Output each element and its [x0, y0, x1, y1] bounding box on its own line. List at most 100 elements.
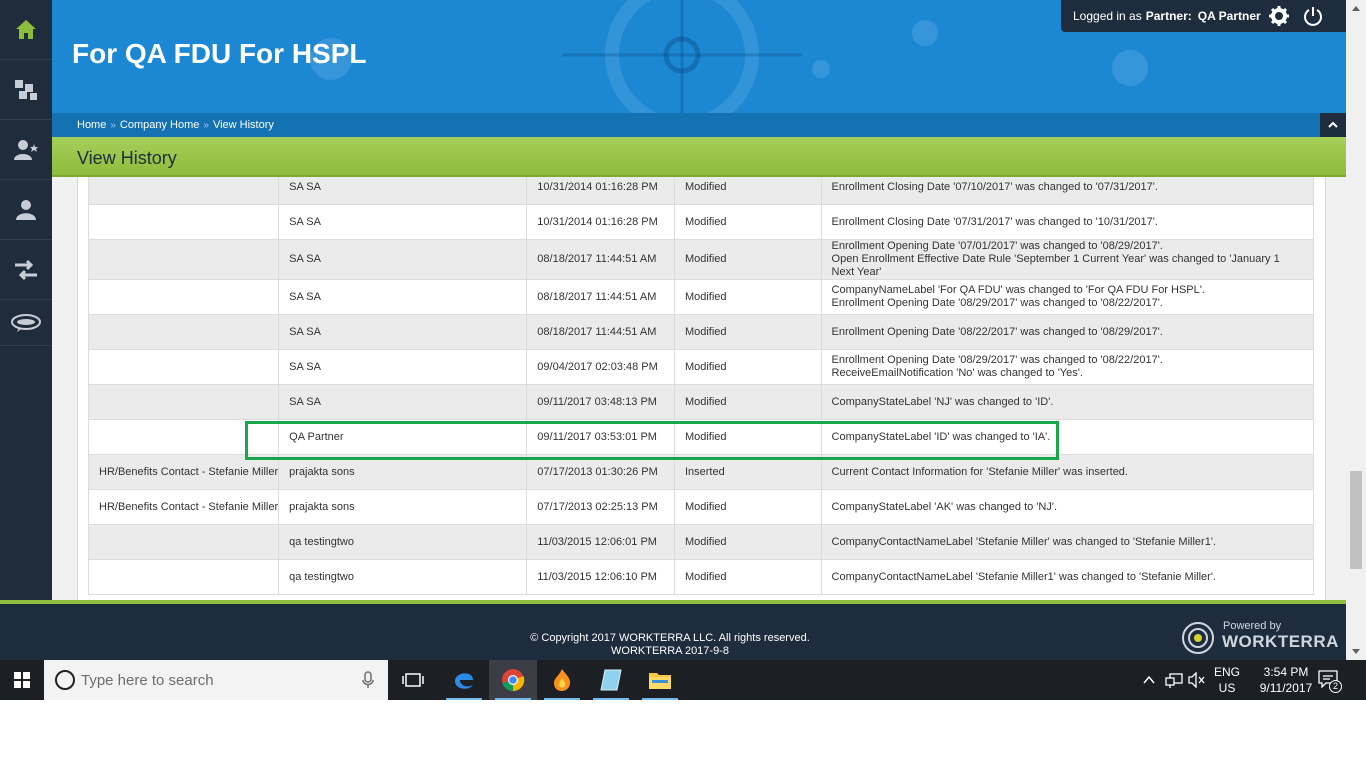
- taskbar-app-flame[interactable]: [538, 660, 586, 700]
- settings-button[interactable]: [1268, 5, 1290, 27]
- region-code: US: [1218, 681, 1236, 695]
- history-cell-action: Modified: [673, 524, 822, 560]
- history-cell-details: Current Contact Information for 'Stefani…: [820, 454, 1315, 490]
- history-cell-details: CompanyStateLabel 'NJ' was changed to 'I…: [820, 384, 1315, 420]
- history-row: qa testingtwo 11/03/2015 12:06:10 PM Modif…: [87, 559, 1315, 595]
- task-view-icon: [402, 673, 424, 687]
- logged-in-label: Logged in as: [1073, 9, 1142, 23]
- sidebar-partner-users[interactable]: [0, 120, 52, 180]
- powered-by-brand: WORKTERRA: [1222, 632, 1339, 651]
- change-detail-line: CompanyStateLabel 'NJ' was changed to 'I…: [831, 395, 1054, 408]
- home-icon: [16, 19, 36, 39]
- running-indicator: [446, 698, 482, 700]
- change-detail-line: CompanyNameLabel 'For QA FDU' was change…: [831, 284, 1205, 296]
- collapse-header-button[interactable]: [1320, 113, 1346, 137]
- history-cell-item: [87, 349, 280, 385]
- microphone-icon[interactable]: [362, 671, 374, 689]
- change-detail-line: Enrollment Closing Date '07/31/2017' was…: [831, 215, 1158, 228]
- history-cell-item: HR/Benefits Contact - Stefanie Miller: [87, 454, 280, 490]
- history-cell-details: CompanyContactNameLabel 'Stefanie Miller…: [820, 559, 1315, 595]
- change-detail-line: Enrollment Closing Date '07/10/2017' was…: [831, 180, 1158, 193]
- taskbar-edge[interactable]: [440, 660, 488, 700]
- history-cell-user: prajakta sons: [278, 454, 528, 490]
- copyright: © Copyright 2017 WORKTERRA LLC. All righ…: [0, 632, 1340, 658]
- chrome-browser-icon: [502, 669, 525, 692]
- history-cell-item: HR/Benefits Contact - Stefanie Miller: [87, 489, 280, 525]
- sidebar-employees[interactable]: [0, 180, 52, 240]
- history-cell-item: [87, 204, 280, 240]
- taskbar-file-explorer[interactable]: [636, 660, 684, 700]
- edge-browser-icon: [455, 673, 473, 689]
- scroll-down-button[interactable]: [1346, 644, 1366, 660]
- running-indicator: [495, 698, 531, 700]
- history-row: SA SA 09/04/2017 02:03:48 PM Modified Enrol…: [87, 349, 1315, 385]
- flame-app-icon: [554, 669, 571, 691]
- history-cell-action: Inserted: [673, 454, 822, 490]
- history-cell-details: Enrollment Opening Date '07/01/2017' was…: [820, 239, 1315, 280]
- breadcrumb: Home » Company Home » View History: [52, 113, 1346, 137]
- change-detail-line: CompanyContactNameLabel 'Stefanie Miller…: [831, 535, 1216, 548]
- breadcrumb-home[interactable]: Home: [77, 119, 106, 131]
- history-cell-item: [87, 524, 280, 560]
- system-clock[interactable]: 3:54 PM 9/11/2017: [1246, 664, 1326, 696]
- action-center-button[interactable]: 2: [1318, 670, 1342, 693]
- history-cell-date: 07/17/2013 02:25:13 PM: [526, 489, 675, 525]
- history-cell-details: Enrollment Opening Date '08/22/2017' was…: [820, 314, 1315, 350]
- windows-logo-icon: [14, 672, 30, 688]
- left-sidebar: [0, 0, 52, 600]
- breadcrumb-view-history: View History: [212, 119, 274, 131]
- breadcrumb-separator: »: [110, 119, 116, 131]
- sidebar-messages[interactable]: [0, 300, 52, 346]
- history-cell-details: CompanyContactNameLabel 'Stefanie Miller…: [820, 524, 1315, 560]
- page-scrollbar[interactable]: [1346, 0, 1366, 660]
- sidebar-setup[interactable]: [0, 60, 52, 120]
- logout-button[interactable]: [1302, 5, 1324, 27]
- history-cell-user: qa testingtwo: [278, 559, 528, 595]
- notification-count-badge: 2: [1329, 680, 1342, 693]
- breadcrumb-company-home[interactable]: Company Home: [120, 119, 199, 131]
- change-detail-line: Current Contact Information for 'Stefani…: [831, 465, 1128, 478]
- input-language[interactable]: ENG US: [1206, 664, 1248, 696]
- sidebar-transfer[interactable]: [0, 240, 52, 300]
- breadcrumb-separator: »: [203, 119, 209, 131]
- start-button[interactable]: [0, 660, 44, 700]
- page-title: View History: [77, 148, 177, 168]
- change-detail-line: CompanyStateLabel 'AK' was changed to 'N…: [831, 500, 1058, 513]
- history-cell-action: Modified: [673, 314, 822, 350]
- history-cell-details: CompanyStateLabel 'ID' was changed to 'I…: [820, 419, 1315, 455]
- sidebar-home[interactable]: [0, 0, 52, 60]
- role-label: Partner:: [1145, 9, 1192, 23]
- history-cell-user: SA SA: [278, 204, 528, 240]
- history-cell-user: SA SA: [278, 177, 528, 205]
- folder-icon: [649, 673, 671, 689]
- page-title-bar: View History: [52, 137, 1346, 177]
- history-cell-date: 07/17/2013 01:30:26 PM: [526, 454, 675, 490]
- history-cell-date: 11/03/2015 12:06:01 PM: [526, 524, 675, 560]
- history-row: HR/Benefits Contact - Stefanie Miller pra…: [87, 489, 1315, 525]
- history-cell-user: SA SA: [278, 239, 528, 280]
- history-row: SA SA 08/18/2017 11:44:51 AM Modified Compa…: [87, 279, 1315, 315]
- history-row: SA SA 08/18/2017 11:44:51 AM Modified Enrol…: [87, 314, 1315, 350]
- history-cell-details: CompanyStateLabel 'AK' was changed to 'N…: [820, 489, 1315, 525]
- scroll-up-button[interactable]: [1346, 0, 1366, 16]
- power-icon: [1304, 7, 1322, 26]
- network-icon[interactable]: [1164, 672, 1184, 690]
- user-icon: [16, 199, 36, 220]
- puzzle-icon: [15, 79, 37, 100]
- taskbar-app-notes[interactable]: [587, 660, 635, 700]
- copyright-text: © Copyright 2017 WORKTERRA LLC. All righ…: [530, 632, 810, 644]
- history-cell-item: [87, 314, 280, 350]
- user-star-icon: [14, 139, 38, 160]
- scroll-thumb[interactable]: [1350, 471, 1362, 569]
- history-cell-details: Enrollment Closing Date '07/31/2017' was…: [820, 204, 1315, 240]
- change-detail-line: CompanyStateLabel 'ID' was changed to 'I…: [831, 430, 1051, 443]
- volume-muted-icon[interactable]: [1188, 672, 1206, 688]
- history-cell-action: Modified: [673, 384, 822, 420]
- taskbar-chrome[interactable]: [489, 660, 537, 700]
- show-hidden-icons-chevron-icon[interactable]: [1142, 673, 1156, 687]
- taskbar-search[interactable]: Type here to search: [44, 660, 388, 700]
- running-indicator: [593, 698, 629, 700]
- task-view-button[interactable]: [389, 660, 437, 700]
- clock-time: 3:54 PM: [1263, 665, 1309, 679]
- chat-bubble-icon: [11, 313, 41, 332]
